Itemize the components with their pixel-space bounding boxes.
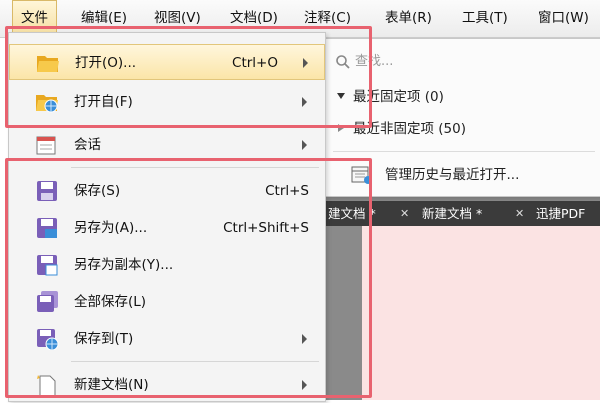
session-icon <box>36 136 56 155</box>
menu-form[interactable]: 表单(R) <box>385 0 432 37</box>
recent-search-field[interactable]: 查找... <box>333 51 595 73</box>
menu-window[interactable]: 窗口(W) <box>538 0 589 37</box>
tab-document-3[interactable]: 迅捷PDF <box>536 201 585 226</box>
tab-close-icon[interactable]: ✕ <box>515 201 524 226</box>
submenu-divider <box>333 151 595 152</box>
tab-document-2[interactable]: 新建文档 * <box>422 201 482 226</box>
submenu-arrow-icon <box>302 140 307 150</box>
annotation-box-save <box>5 158 372 398</box>
manage-history-label: 管理历史与最近打开... <box>385 167 520 183</box>
annotation-box-open <box>5 26 372 128</box>
menu-tools[interactable]: 工具(T) <box>462 0 508 37</box>
tab-close-icon[interactable]: ✕ <box>400 201 409 226</box>
document-page <box>362 226 600 400</box>
